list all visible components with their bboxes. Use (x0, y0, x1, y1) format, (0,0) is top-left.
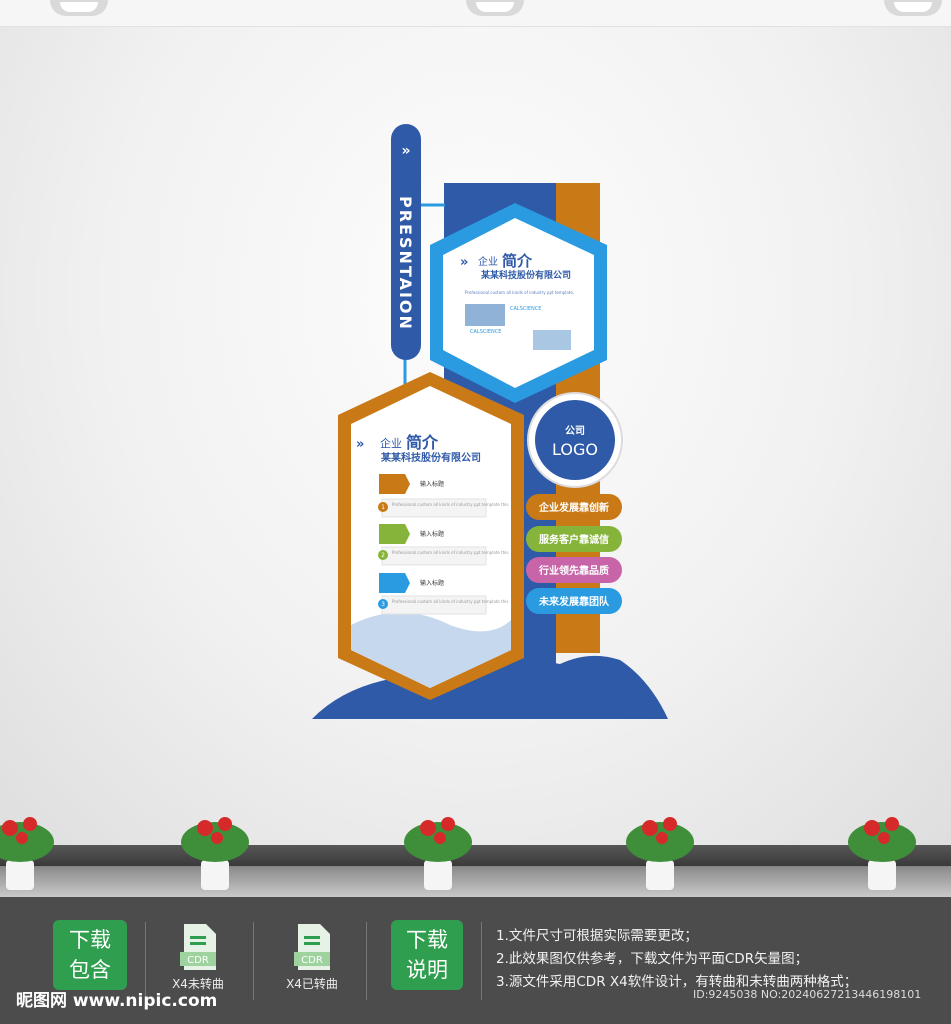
left-panel-title-small: 企业 (380, 436, 402, 450)
top-panel-title-small: 企业 (478, 255, 498, 268)
image-id-stamp: ID:9245038 NO:20240627213446198101 (693, 988, 922, 1001)
item-text: Professional custom all kinds of industr… (392, 599, 508, 604)
item-icon-badge (379, 573, 410, 593)
note-line: 1.文件尺寸可根据实际需要更改； (496, 928, 698, 944)
item-text: Professional custom all kinds of industr… (392, 502, 508, 507)
item-text: Professional custom all kinds of industr… (392, 550, 508, 555)
download-notes: 1.文件尺寸可根据实际需要更改； 2.此效果图仅供参考，下载文件为平面CDR矢量… (496, 925, 857, 994)
slogan-tag: 行业领先靠品质 (526, 557, 622, 583)
logo-bottom-text: LOGO (552, 440, 598, 459)
left-panel-title-large: 简介 (406, 433, 439, 452)
cdr-file-icon: CDR (180, 924, 216, 970)
top-panel-caption2: CALSCIENCE (470, 329, 501, 335)
top-panel-body: Professional custom all kinds of industr… (465, 290, 574, 295)
display-sign: » PRESNTAION » 企业 简介 某某科技股份有限公司 Professi… (312, 124, 668, 719)
top-panel-company: 某某科技股份有限公司 (481, 269, 571, 281)
svg-text:»: » (401, 143, 410, 159)
item-icon-badge (379, 524, 410, 544)
download-notes-button[interactable]: 下载说明 (391, 920, 463, 990)
file-x4-converted[interactable]: CDR X4已转曲 (282, 922, 342, 992)
divider (366, 922, 367, 1000)
slogan-tag: 未来发展靠团队 (526, 588, 622, 614)
svg-text:CDR: CDR (187, 955, 209, 966)
item-label: 输入标题 (420, 579, 444, 587)
potted-plant (0, 817, 54, 890)
logo-top-text: 公司 (565, 425, 585, 437)
note-line: 2.此效果图仅供参考，下载文件为平面CDR矢量图； (496, 951, 809, 967)
svg-text:»: » (356, 437, 364, 452)
item-num: 2 (381, 552, 385, 559)
download-contents-button[interactable]: 下载包含 (53, 920, 127, 990)
download-contents-label: 下载包含 (69, 928, 111, 982)
top-panel-photo (533, 330, 571, 350)
item-icon-badge (379, 474, 410, 494)
vertical-title: PRESNTAION (396, 196, 415, 331)
svg-text:服务客户靠诚信: 服务客户靠诚信 (539, 533, 609, 546)
file-x4-unconverted[interactable]: CDR X4未转曲 (168, 922, 228, 992)
divider (253, 922, 254, 1000)
top-panel-title-large: 简介 (502, 252, 533, 270)
brand-watermark: 昵图网 www.nipic.com (16, 991, 218, 1011)
svg-text:企业发展靠创新: 企业发展靠创新 (538, 501, 609, 514)
item-num: 1 (381, 504, 385, 511)
top-panel-caption1: CALSCIENCE (510, 306, 541, 312)
download-notes-label: 下载说明 (406, 928, 448, 982)
item-num: 3 (381, 601, 385, 608)
slogan-tag: 服务客户靠诚信 (526, 526, 622, 552)
svg-text:未来发展靠团队: 未来发展靠团队 (538, 595, 610, 608)
svg-text:行业领先靠品质: 行业领先靠品质 (538, 564, 609, 577)
cdr-file-icon: CDR (294, 924, 330, 970)
item-label: 输入标题 (420, 530, 444, 538)
potted-plant (626, 817, 694, 890)
top-panel-photo (465, 304, 505, 326)
left-panel-company: 某某科技股份有限公司 (381, 451, 481, 464)
potted-plant (848, 817, 916, 890)
item-label: 输入标题 (420, 480, 444, 488)
divider (481, 922, 482, 1000)
svg-text:CDR: CDR (301, 955, 323, 966)
slogan-tag: 企业发展靠创新 (526, 494, 622, 520)
svg-text:»: » (460, 255, 468, 270)
file-label: X4已转曲 (286, 977, 338, 991)
potted-plant (181, 817, 249, 890)
potted-plant (404, 817, 472, 890)
